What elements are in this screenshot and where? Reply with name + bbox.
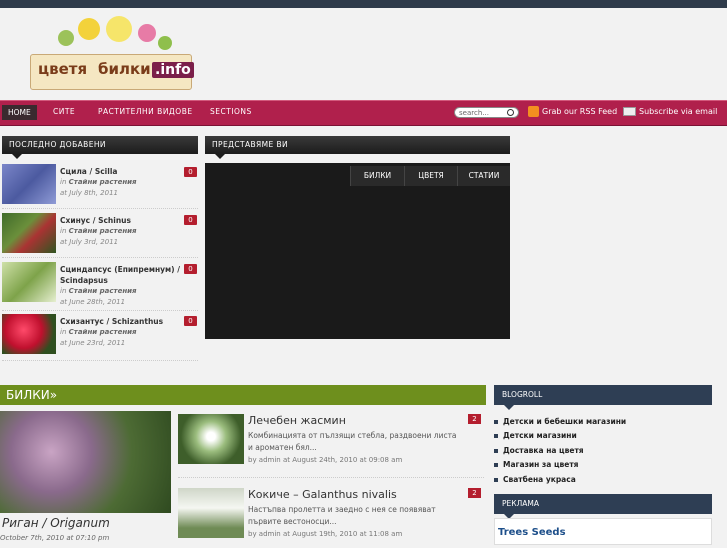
recent-date: at July 8th, 2011 [60, 189, 118, 197]
in-label: in [60, 178, 67, 186]
recent-category: in Стайни растения [60, 227, 137, 235]
logo-flower [106, 16, 132, 42]
recent-category: in Стайни растения [60, 178, 137, 186]
recent-title[interactable]: Сциндапсус (Епипремнум) / Scindapsus [60, 264, 180, 286]
recent-item[interactable]: Схизантус / Schizanthus in Стайни растен… [2, 314, 198, 360]
main-navbar: HOME СИТЕ РАСТИТЕЛНИ ВИДОВЕ SECTIONS sea… [0, 100, 727, 126]
post-title[interactable]: Кокиче – Galanthus nivalis [248, 488, 397, 501]
nav-item-sections[interactable]: SECTIONS [210, 107, 252, 116]
comment-count-badge[interactable]: 0 [184, 264, 197, 274]
logo-text-herbs: билки [98, 60, 151, 78]
category-link[interactable]: Стайни растения [69, 178, 137, 186]
post-item[interactable]: Кокиче – Galanthus nivalis Настъпва прол… [178, 488, 484, 548]
comment-count-badge[interactable]: 0 [184, 316, 197, 326]
recent-thumb[interactable] [2, 213, 56, 253]
search-placeholder: search... [459, 109, 489, 117]
post-thumb[interactable] [178, 488, 244, 538]
blogroll-link[interactable]: Магазин за цветя [494, 460, 579, 469]
logo-leaf [158, 36, 172, 50]
tab-flowers[interactable]: ЦВЕТЯ [404, 166, 457, 186]
recent-date: at June 23rd, 2011 [60, 339, 126, 347]
logo-text-flowers: цветя [38, 60, 88, 78]
tab-herbs[interactable]: БИЛКИ [350, 166, 404, 186]
featured-post-title[interactable]: Риган / Origanum [2, 516, 110, 530]
divider [2, 360, 198, 361]
recent-thumb[interactable] [2, 262, 56, 302]
comment-count-badge[interactable]: 0 [184, 215, 197, 225]
search-icon[interactable] [507, 109, 514, 116]
featured-slider[interactable] [205, 163, 510, 339]
post-item[interactable]: Лечебен жасмин Комбинацията от пълзящи с… [178, 414, 484, 474]
search-input[interactable]: search... [454, 107, 519, 118]
post-excerpt: Настъпва пролетта и заедно с нея се появ… [248, 505, 436, 526]
nav-item-site[interactable]: СИТЕ [53, 107, 75, 116]
featured-post-image[interactable] [0, 411, 171, 513]
blogroll-link[interactable]: Доставка на цветя [494, 446, 584, 455]
rss-link[interactable]: Grab our RSS Feed [542, 107, 617, 116]
recent-title[interactable]: Схизантус / Schizanthus [60, 316, 180, 327]
in-label: in [60, 287, 67, 295]
divider [2, 310, 198, 311]
tab-articles[interactable]: СТАТИИ [457, 166, 510, 186]
recent-date: at June 28th, 2011 [60, 298, 126, 306]
recent-item[interactable]: Схинус / Schinus in Стайни растения at J… [2, 213, 198, 259]
mail-icon[interactable] [623, 107, 636, 116]
category-link[interactable]: Стайни растения [69, 287, 137, 295]
blogroll-link[interactable]: Детски магазини [494, 431, 577, 440]
divider [2, 257, 198, 258]
category-link[interactable]: Стайни растения [69, 328, 137, 336]
post-excerpt: Комбинацията от пълзящи стебла, раздвоен… [248, 431, 457, 452]
recent-item[interactable]: Сциндапсус (Епипремнум) / Scindapsus in … [2, 262, 198, 308]
logo-leaf [58, 30, 74, 46]
post-title[interactable]: Лечебен жасмин [248, 414, 346, 427]
recent-category: in Стайни растения [60, 287, 137, 295]
logo-text-info: .info [152, 62, 194, 78]
recent-item[interactable]: Сцила / Scilla in Стайни растения at Jul… [2, 164, 198, 210]
comment-count-badge[interactable]: 0 [184, 167, 197, 177]
ads-heading: РЕКЛАМА [494, 494, 712, 519]
in-label: in [60, 328, 67, 336]
section-heading-herbs[interactable]: БИЛКИ» [0, 385, 486, 405]
rss-icon[interactable] [528, 106, 539, 117]
featured-heading: ПРЕДСТАВЯМЕ ВИ [205, 136, 510, 159]
post-thumb[interactable] [178, 414, 244, 464]
post-byline: by admin at August 19th, 2010 at 11:08 a… [248, 530, 403, 538]
recent-thumb[interactable] [2, 164, 56, 204]
blogroll-heading: BLOGROLL [494, 385, 712, 410]
nav-home[interactable]: HOME [2, 105, 37, 120]
in-label: in [60, 227, 67, 235]
comment-count-badge[interactable]: 2 [468, 414, 481, 424]
recent-category: in Стайни растения [60, 328, 137, 336]
recent-title[interactable]: Схинус / Schinus [60, 215, 180, 226]
featured-post-date: October 7th, 2010 at 07:10 pm [0, 534, 110, 542]
nav-item-plant-types[interactable]: РАСТИТЕЛНИ ВИДОВЕ [98, 107, 193, 116]
recent-date: at July 3rd, 2011 [60, 238, 119, 246]
blogroll-link[interactable]: Детски и бебешки магазини [494, 417, 626, 426]
logo-flower [138, 24, 156, 42]
divider [2, 208, 198, 209]
post-byline: by admin at August 24th, 2010 at 09:08 a… [248, 456, 403, 464]
comment-count-badge[interactable]: 2 [468, 488, 481, 498]
subscribe-link[interactable]: Subscribe via email [639, 107, 717, 116]
recent-thumb[interactable] [2, 314, 56, 354]
logo-flower [78, 18, 100, 40]
top-strip [0, 0, 727, 8]
ad-title-link[interactable]: Trees Seeds [498, 527, 566, 538]
site-logo[interactable]: цветя билки .info [28, 16, 194, 96]
blogroll-link[interactable]: Сватбена украса [494, 475, 576, 484]
recent-title[interactable]: Сцила / Scilla [60, 166, 180, 177]
category-link[interactable]: Стайни растения [69, 227, 137, 235]
recent-heading: ПОСЛЕДНО ДОБАВЕНИ [2, 136, 198, 159]
divider [178, 477, 484, 478]
